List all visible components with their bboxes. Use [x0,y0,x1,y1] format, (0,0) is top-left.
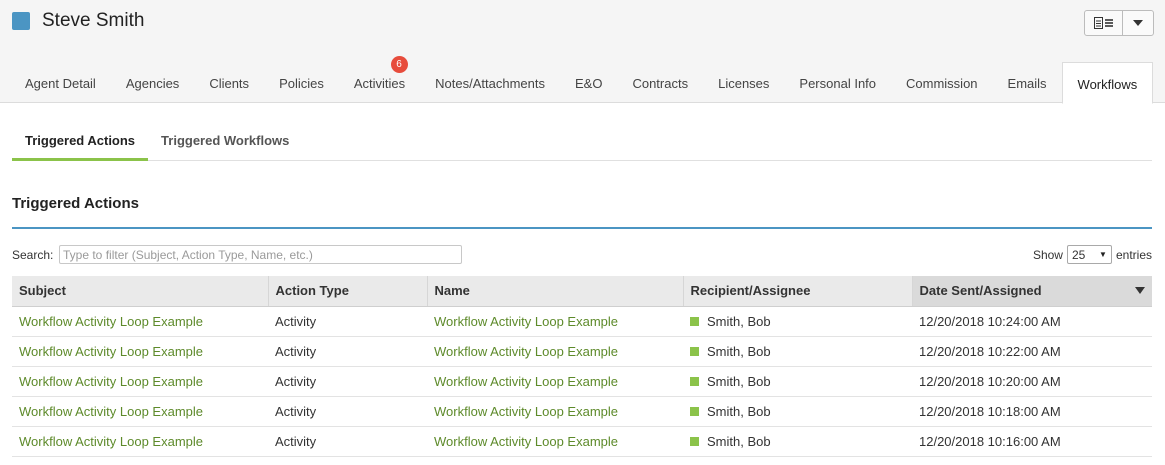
tab-e-and-o[interactable]: E&O [560,62,617,103]
action-type-cell: Activity [268,396,427,427]
table-row: Workflow Activity Loop Example Activity … [12,336,1152,367]
tab-workflows[interactable]: Workflows [1061,62,1154,104]
tab-label: Personal Info [799,76,877,91]
tab-activities[interactable]: Activities 6 [339,56,420,103]
entries-label: entries [1115,247,1152,262]
status-square-icon [690,346,699,356]
date-cell: 12/20/2018 10:16:00 AM [912,426,1152,457]
tab-label: Activities [353,76,406,91]
section-divider [12,227,1152,229]
tab-label: Workflows [1077,77,1138,92]
tab-label: Commission [906,76,978,91]
table-row: Workflow Activity Loop Example Activity … [12,366,1152,397]
agent-tabs: Agent Detail Agencies Clients Policies A… [10,56,1154,104]
tab-label: Contracts [632,76,689,91]
tab-agent-detail[interactable]: Agent Detail [10,62,111,103]
page-header: Steve Smith Agent Detail Agencies Client… [0,0,1165,104]
page-title: Steve Smith [42,10,145,31]
recipient-cell: Smith, Bob [683,366,912,397]
tab-policies[interactable]: Policies [264,62,339,103]
date-cell: 12/20/2018 10:18:00 AM [912,396,1152,427]
tab-contracts[interactable]: Contracts [617,62,703,103]
recipient-cell: Smith, Bob [683,396,912,427]
status-square-icon [690,316,699,326]
column-header-date-sent[interactable]: Date Sent/Assigned [912,276,1152,307]
workflow-subtabs: Triggered Actions Triggered Workflows [12,120,1152,161]
action-type-cell: Activity [268,366,427,397]
subtab-triggered-actions[interactable]: Triggered Actions [12,120,149,161]
tab-emails[interactable]: Emails [993,62,1062,103]
status-square-icon [690,376,699,386]
column-header-label: Date Sent/Assigned [919,283,1042,299]
column-header-subject[interactable]: Subject [12,276,269,307]
recipient-name: Smith, Bob [707,403,771,419]
page-size-control: Show 25 ▼ entries [1033,245,1152,264]
recipient-name: Smith, Bob [707,373,771,389]
tab-label: Emails [1007,76,1047,91]
recipient-name: Smith, Bob [707,343,771,359]
tab-label: Policies [279,76,324,91]
view-options-button[interactable] [1085,11,1123,35]
subject-link[interactable]: Workflow Activity Loop Example [19,374,203,389]
table-row: Workflow Activity Loop Example Activity … [12,396,1152,427]
tab-commission[interactable]: Commission [891,62,993,103]
tab-clients[interactable]: Clients [194,62,264,103]
view-dropdown-button[interactable] [1123,11,1153,35]
recipient-cell: Smith, Bob [683,426,912,457]
name-link[interactable]: Workflow Activity Loop Example [434,344,618,359]
subject-link[interactable]: Workflow Activity Loop Example [19,434,203,449]
table-row: Workflow Activity Loop Example Activity … [12,306,1152,337]
tab-label: E&O [574,76,603,91]
subject-link[interactable]: Workflow Activity Loop Example [19,404,203,419]
subject-link[interactable]: Workflow Activity Loop Example [19,344,203,359]
sort-descending-icon [1135,287,1145,294]
action-type-cell: Activity [268,426,427,457]
name-link[interactable]: Workflow Activity Loop Example [434,434,618,449]
agent-color-icon [12,12,30,30]
search-input[interactable] [59,245,462,264]
document-list-icon [1093,17,1113,29]
tab-label: Agencies [125,76,180,91]
column-header-recipient[interactable]: Recipient/Assignee [683,276,913,307]
tab-label: Licenses [718,76,770,91]
subject-link[interactable]: Workflow Activity Loop Example [19,314,203,329]
status-square-icon [690,406,699,416]
tab-licenses[interactable]: Licenses [703,62,784,103]
tab-agencies[interactable]: Agencies [111,62,194,103]
title-wrap: Steve Smith [12,10,144,32]
date-cell: 12/20/2018 10:20:00 AM [912,366,1152,397]
name-link[interactable]: Workflow Activity Loop Example [434,374,618,389]
table-row: Workflow Activity Loop Example Activity … [12,426,1152,457]
action-type-cell: Activity [268,306,427,337]
status-square-icon [690,436,699,446]
date-cell: 12/20/2018 10:22:00 AM [912,336,1152,367]
page-size-select[interactable]: 25 ▼ [1066,245,1112,264]
recipient-name: Smith, Bob [707,433,771,449]
column-header-action-type[interactable]: Action Type [268,276,428,307]
column-header-name[interactable]: Name [427,276,684,307]
triggered-actions-table: Subject Action Type Name Recipient/Assig… [12,276,1152,457]
tab-personal-info[interactable]: Personal Info [784,62,891,103]
tab-notes-attachments[interactable]: Notes/Attachments [420,62,560,103]
activities-count-badge: 6 [390,56,408,73]
select-arrow-icon: ▼ [1099,250,1107,259]
name-link[interactable]: Workflow Activity Loop Example [434,314,618,329]
search-label: Search: [12,248,54,262]
action-type-cell: Activity [268,336,427,367]
subtab-triggered-workflows[interactable]: Triggered Workflows [148,120,302,160]
name-link[interactable]: Workflow Activity Loop Example [434,404,618,419]
tab-label: Notes/Attachments [435,76,545,91]
recipient-cell: Smith, Bob [683,336,912,367]
table-header-row: Subject Action Type Name Recipient/Assig… [12,276,1152,307]
date-cell: 12/20/2018 10:24:00 AM [912,306,1152,337]
page-size-value: 25 [1071,247,1086,262]
tab-label: Agent Detail [25,76,96,91]
show-label: Show [1032,247,1063,262]
caret-down-icon [1133,20,1143,26]
view-button-group [1084,10,1154,36]
recipient-cell: Smith, Bob [683,306,912,337]
section-title: Triggered Actions [12,195,139,212]
tab-label: Clients [209,76,250,91]
recipient-name: Smith, Bob [707,313,771,329]
